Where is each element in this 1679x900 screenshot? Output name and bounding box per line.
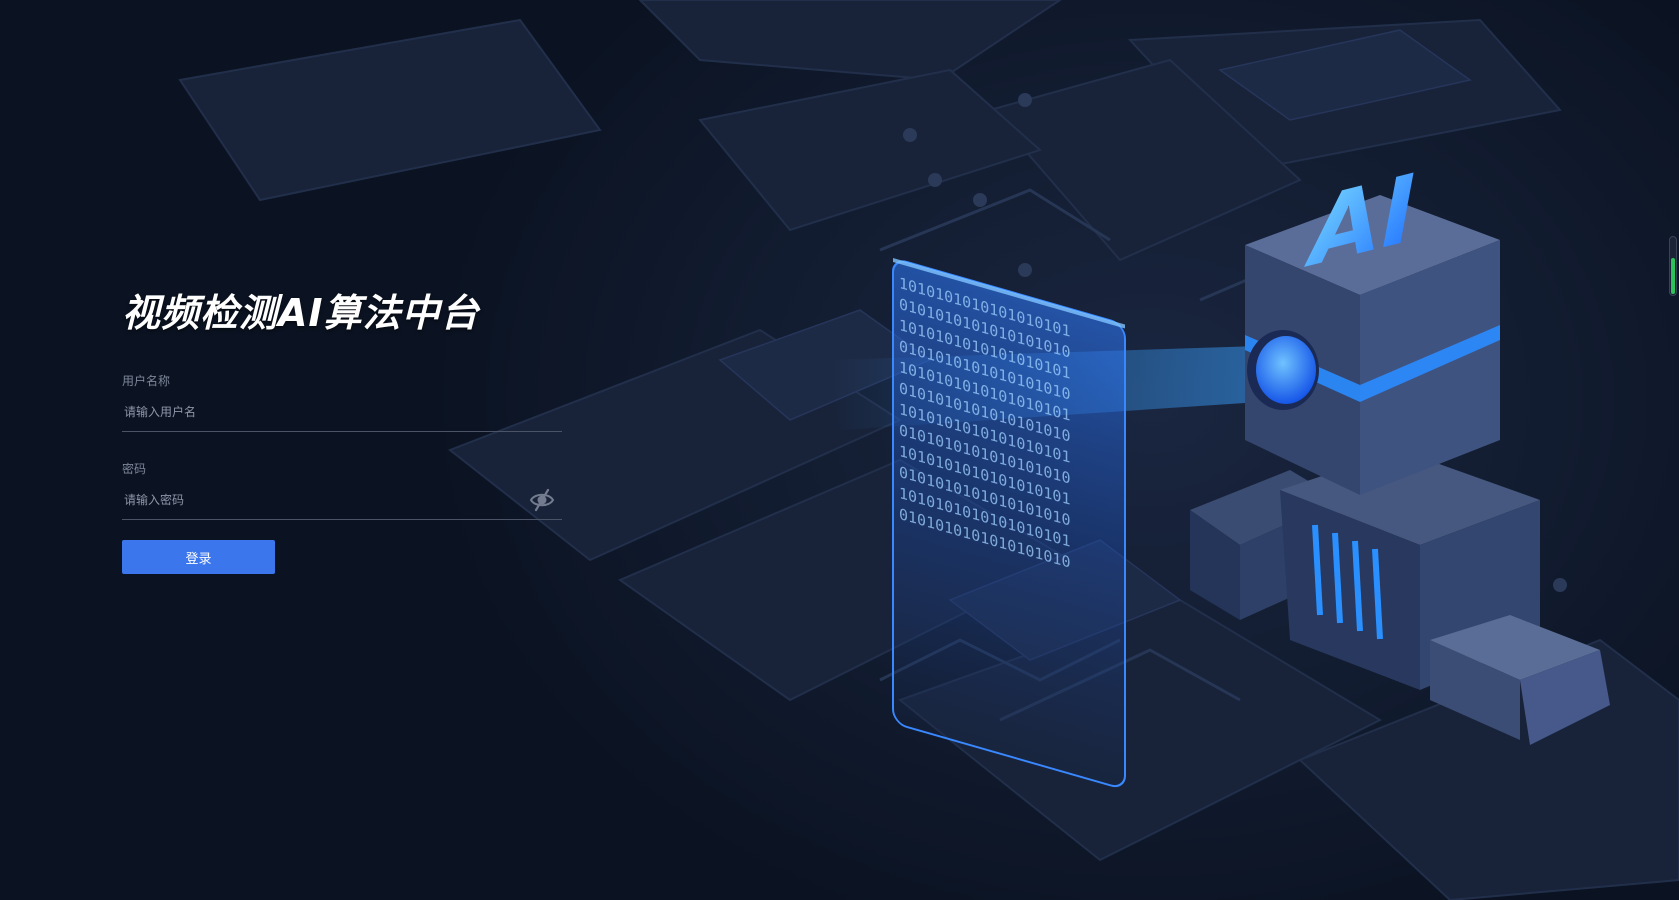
eye-slash-icon[interactable] <box>528 486 556 514</box>
app-title: 视频检测AI算法中台 <box>122 291 480 335</box>
username-input[interactable] <box>122 392 562 432</box>
login-button[interactable]: 登录 <box>122 540 275 574</box>
binary-panel: 1010101010101010101010101010101010101010… <box>892 258 1126 788</box>
login-panel: 视频检测AI算法中台 用户名称 密码 登录 <box>122 290 562 574</box>
password-input[interactable] <box>122 480 562 520</box>
password-label: 密码 <box>122 462 147 476</box>
login-page: 1010101010101010101 0101010101010101010 10… <box>0 0 1679 900</box>
username-field-group: 用户名称 <box>122 374 562 432</box>
username-label: 用户名称 <box>122 374 171 388</box>
password-field-group: 密码 <box>122 462 562 520</box>
level-indicator <box>1669 236 1677 296</box>
level-indicator-fill <box>1671 258 1675 294</box>
